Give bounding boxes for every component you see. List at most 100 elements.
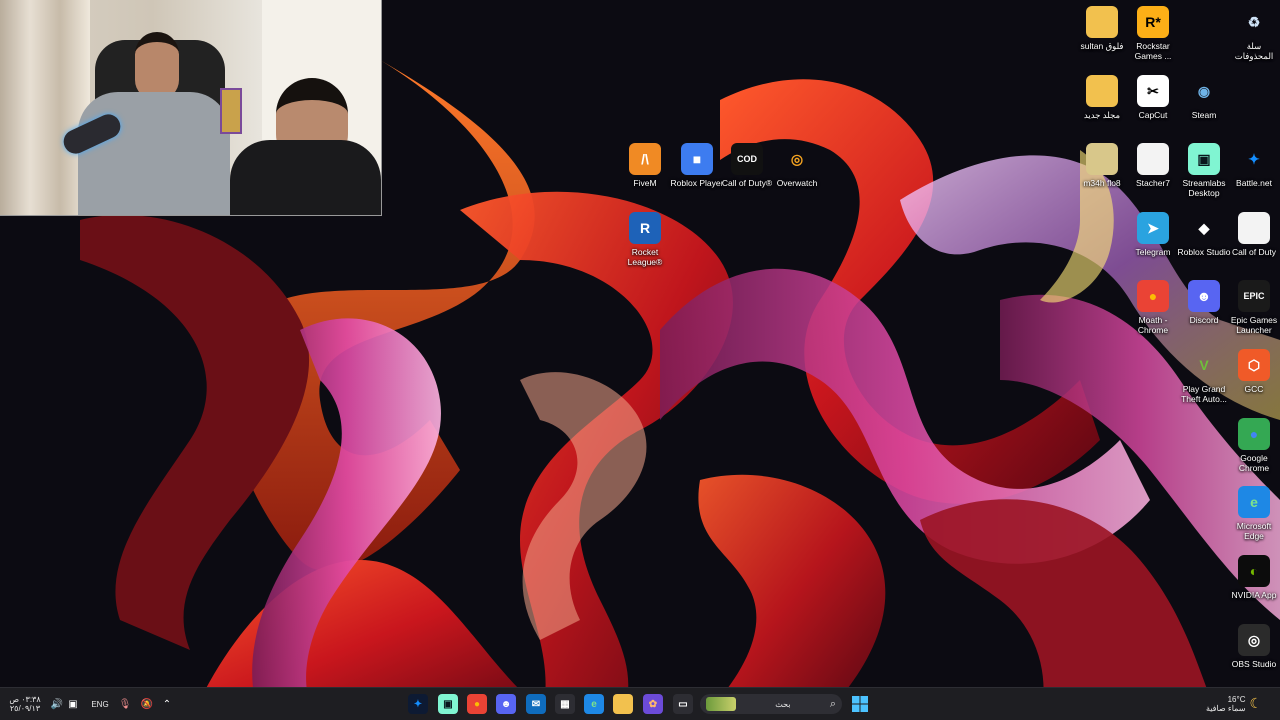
icon-roblox-studio[interactable]: ◆ Roblox Studio [1177, 212, 1231, 258]
icon-gta-icon: V [1199, 357, 1209, 373]
desktop-icon-label: Call of Duty® [721, 178, 773, 188]
icon-call-of-duty-game[interactable]: COD Call of Duty® [720, 143, 774, 188]
icon-fivem[interactable]: /\ FiveM [618, 143, 672, 188]
person-left-head [135, 32, 179, 100]
person-left-body [78, 92, 230, 215]
icon-gta[interactable]: V Play Grand Theft Auto... [1177, 349, 1231, 404]
icon-streamlabs[interactable]: ▣ Streamlabs Desktop [1177, 143, 1231, 198]
icon-epic-games-icon: EPIC [1238, 280, 1270, 312]
taskbar-edge[interactable]: e [584, 694, 604, 714]
icon-obs[interactable]: ◎ OBS Studio [1227, 624, 1280, 669]
icon-folder-sultan[interactable]: sultan فلوق [1075, 6, 1129, 51]
icon-discord-icon: ☻ [1188, 280, 1220, 312]
icon-epic-games[interactable]: EPIC Epic Games Launcher [1227, 280, 1280, 335]
volume-indicator[interactable]: 🔊 [50, 694, 64, 714]
desktop-icon-label: Stacher7 [1135, 178, 1171, 188]
desktop-icon-label: Overwatch [776, 178, 818, 188]
icon-roblox-player-icon: ■ [681, 143, 713, 175]
weather-temp: 16°C [1227, 695, 1246, 704]
icon-stacher[interactable]: Stacher7 [1126, 143, 1180, 188]
language-indicator[interactable]: ENG [88, 694, 112, 714]
icon-cod-shortcut[interactable]: Call of Duty [1227, 212, 1280, 257]
desktop-icon-label: OBS Studio [1231, 659, 1277, 669]
taskbar-streamlabs[interactable]: ▣ [438, 694, 458, 714]
taskbar-explorer[interactable]: ▬ [613, 694, 633, 714]
icon-capcut[interactable]: ✂ CapCut [1126, 75, 1180, 120]
icon-nvidia-icon: ◐ [1238, 555, 1270, 587]
icon-chrome-moath[interactable]: ● Moath - Chrome [1126, 280, 1180, 335]
windows-icon [852, 696, 868, 712]
icon-roblox-player[interactable]: ■ Roblox Player [670, 143, 724, 188]
icon-google-chrome[interactable]: ● Google Chrome [1227, 418, 1280, 473]
icon-edge[interactable]: e Microsoft Edge [1227, 486, 1280, 541]
icon-gcc[interactable]: ⬡ GCC [1227, 349, 1280, 394]
icon-folder-m34h[interactable]: m34h flo8 [1075, 143, 1129, 188]
clock-date: ٢٥/٠٩/١٣ [9, 704, 41, 713]
show-hidden-icons[interactable]: ⌃ [160, 694, 174, 714]
taskbar-copilot[interactable]: ✿ [643, 694, 663, 714]
taskbar-chrome[interactable]: ● [467, 694, 487, 714]
icon-overwatch-icon: ◎ [790, 150, 804, 167]
icon-new-folder[interactable]: مجلد جديد [1075, 75, 1129, 120]
icon-roblox-studio-icon: ◆ [1198, 219, 1210, 236]
start-button[interactable] [850, 694, 870, 714]
icon-steam-icon: ◉ [1197, 82, 1211, 99]
icon-telegram-icon: ➤ [1137, 212, 1169, 244]
icon-rockstar-icon: R* [1137, 6, 1169, 38]
icon-rocket-league[interactable]: R Rocket League® [618, 212, 672, 267]
webcam-overlay [0, 0, 382, 216]
icon-telegram[interactable]: ➤ Telegram [1126, 212, 1180, 257]
icon-overwatch[interactable]: ◎ Overwatch [770, 143, 824, 189]
taskbar-taskview[interactable]: ▭ [673, 694, 693, 714]
desktop-icon-label: Microsoft Edge [1236, 521, 1272, 541]
curtain-left [0, 0, 90, 215]
taskbar: 16°C سماء صافية ☾ بحث ⌕ ✦ ▣ ● ☻ ✉ ▦ e ▬ ✿ ▭ ⌃ 🔕 🎙… [0, 687, 1280, 720]
network-icon: ▣ [68, 698, 78, 710]
bell-muted-icon: 🔕 [140, 698, 154, 710]
desktop-icon-label: Telegram [1135, 247, 1171, 257]
weather-desc: سماء صافية [1205, 704, 1246, 713]
mic-indicator[interactable]: 🎙 [118, 694, 132, 714]
icon-folder-sultan-icon [1086, 6, 1118, 38]
icon-folder-m34h-icon [1086, 143, 1118, 175]
clock[interactable]: ٠٣:٣٨ ص ٢٥/٠٩/١٣ [8, 694, 42, 714]
taskbar-discord[interactable]: ☻ [496, 694, 516, 714]
desktop-icon-label: مجلد جديد [1083, 110, 1121, 120]
icon-capcut-icon: ✂ [1137, 75, 1169, 107]
desktop-icon-label: FiveM [633, 178, 657, 188]
icon-edge-icon: e [1238, 486, 1270, 518]
icon-rockstar[interactable]: R* Rockstar Games ... [1126, 6, 1180, 61]
icon-battlenet[interactable]: ✦ Battle.net [1227, 143, 1280, 189]
clock-time: ٠٣:٣٨ ص [9, 695, 41, 704]
desktop-icon-label: CapCut [1138, 110, 1168, 120]
search-icon: ⌕ [829, 697, 836, 710]
taskbar-battlenet[interactable]: ✦ [408, 694, 428, 714]
desktop-icon-label: Discord [1189, 315, 1219, 325]
taskbar-store[interactable]: ▦ [555, 694, 575, 714]
icon-discord[interactable]: ☻ Discord [1177, 280, 1231, 325]
desktop-icon-label: Rocket League® [627, 247, 663, 267]
mic-muted-indicator[interactable]: 🔕 [140, 694, 154, 714]
desktop-icon-label: Steam [1191, 110, 1217, 120]
desktop-icon-label: Battle.net [1236, 178, 1272, 188]
network-indicator[interactable]: ▣ [66, 694, 80, 714]
icon-google-chrome-icon: ● [1238, 418, 1270, 450]
icon-cod-shortcut-icon [1238, 212, 1270, 244]
desktop-icon-label: Moath - Chrome [1137, 315, 1169, 335]
search-placeholder: بحث [775, 699, 791, 709]
desktop-icon-label: Roblox Player [670, 178, 724, 188]
icon-new-folder-icon [1086, 75, 1118, 107]
taskbar-outlook[interactable]: ✉ [526, 694, 546, 714]
icon-chrome-moath-icon: ● [1137, 280, 1169, 312]
wall-frame [220, 88, 242, 134]
icon-recycle-bin-icon: ♻ [1247, 13, 1261, 30]
icon-recycle-bin[interactable]: ♻ سلة المحذوفات [1227, 6, 1280, 62]
icon-nvidia[interactable]: ◐ NVIDIA App [1227, 555, 1280, 600]
weather-widget[interactable]: 16°C سماء صافية ☾ [1198, 694, 1270, 714]
desktop-icon-label: Epic Games Launcher [1230, 315, 1278, 335]
moon-icon: ☾ [1249, 696, 1263, 712]
icon-steam[interactable]: ◉ Steam [1177, 75, 1231, 121]
icon-streamlabs-icon: ▣ [1188, 143, 1220, 175]
taskbar-search[interactable]: بحث ⌕ [700, 694, 842, 714]
desktop-icon-label: Google Chrome [1238, 453, 1270, 473]
